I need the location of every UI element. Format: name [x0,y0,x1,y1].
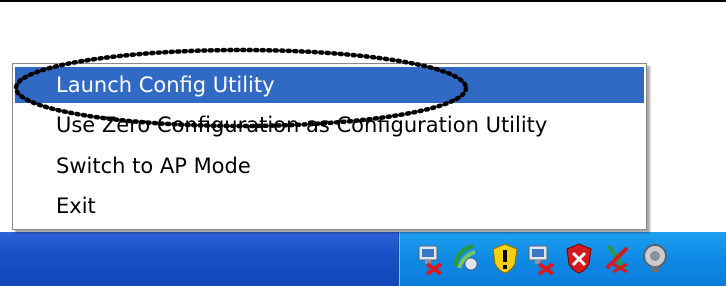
security-shield-alert-icon[interactable] [487,240,523,276]
system-tray [398,232,726,286]
menu-item-switch-to-ap-mode[interactable]: Switch to AP Mode [15,148,644,184]
menu-item-exit[interactable]: Exit [15,188,644,224]
volume-icon[interactable] [637,240,673,276]
menu-item-use-zero-configuration[interactable]: Use Zero Configuration as Configuration … [15,107,644,143]
network-disconnected-icon[interactable] [523,240,559,276]
network-disconnected-icon[interactable] [411,240,447,276]
security-center-warning-icon[interactable] [561,240,597,276]
menu-item-launch-config-utility[interactable]: Launch Config Utility [15,67,644,103]
top-divider [0,0,726,2]
wireless-utility-icon[interactable] [449,240,485,276]
context-menu: Launch Config Utility Use Zero Configura… [12,63,647,230]
network-error-icon[interactable] [599,240,635,276]
